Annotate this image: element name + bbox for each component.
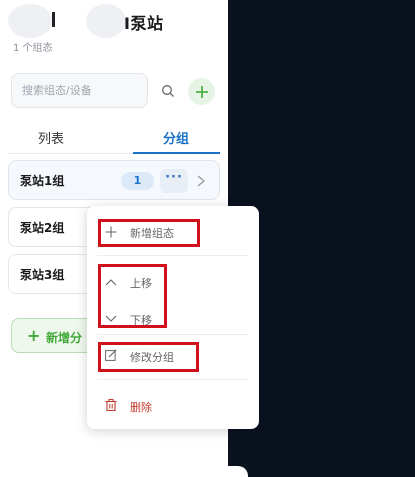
search-box[interactable] (11, 73, 148, 108)
group-item-1[interactable]: 泵站1组 1 ··· (8, 160, 220, 200)
menu-divider (97, 334, 249, 335)
menu-divider (97, 255, 249, 256)
highlight-box (98, 342, 199, 372)
menu-item-label: 删除 (130, 401, 152, 414)
blurred-region (86, 4, 126, 38)
group-label: 泵站1组 (20, 174, 65, 188)
trash-icon (105, 399, 117, 411)
add-group-label: 新增分 (46, 331, 83, 345)
menu-divider (97, 379, 249, 380)
active-tab-indicator (133, 152, 220, 154)
search-icon[interactable] (161, 84, 175, 98)
more-button[interactable]: ··· (160, 169, 188, 193)
chevron-right-icon[interactable] (195, 174, 207, 188)
search-input[interactable] (12, 74, 147, 107)
title-mark (52, 12, 55, 27)
page-title: I泵站 (124, 14, 164, 33)
blurred-region (8, 4, 52, 38)
add-button[interactable] (188, 78, 215, 105)
group-label: 泵站2组 (20, 221, 65, 235)
tab-group[interactable]: 分组 (163, 128, 189, 147)
highlight-box (98, 219, 200, 247)
highlight-box (98, 264, 167, 328)
config-count: 1 个组态 (13, 43, 53, 54)
tab-list[interactable]: 列表 (38, 128, 64, 147)
group-label: 泵站3组 (20, 268, 65, 282)
plus-icon: + (27, 326, 41, 345)
count-badge: 1 (121, 172, 154, 190)
plus-icon (195, 85, 208, 98)
